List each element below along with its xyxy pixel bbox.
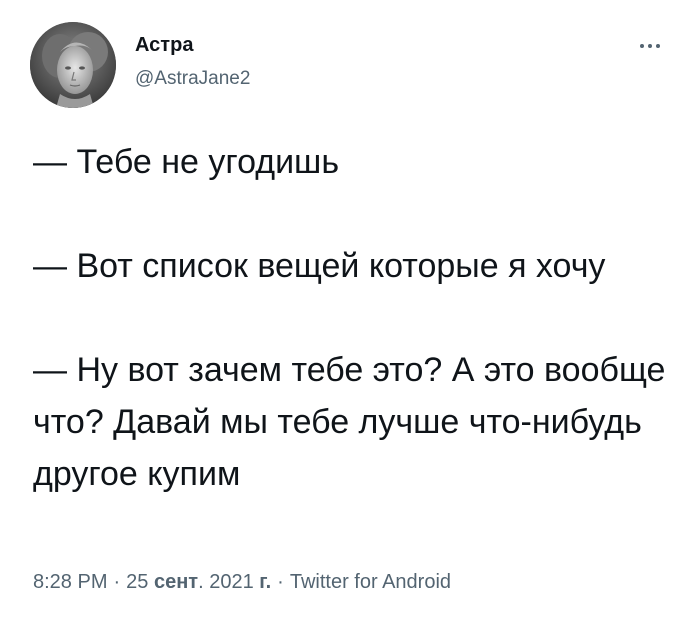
tweet-day[interactable]: 25 bbox=[126, 571, 148, 593]
user-handle[interactable]: @AstraJane2 bbox=[135, 68, 250, 90]
tweet-year[interactable]: 2021 bbox=[209, 571, 254, 593]
tweet-source[interactable]: Twitter for Android bbox=[290, 571, 451, 593]
tweet-card: Астра @AstraJane2 — Тебе не угодишь — Во… bbox=[0, 0, 700, 622]
more-dot-icon bbox=[640, 44, 644, 48]
more-dot-icon bbox=[648, 44, 652, 48]
separator: · bbox=[277, 571, 284, 593]
tweet-line: — Тебе не угодишь bbox=[33, 143, 340, 181]
tweet-year-suffix[interactable]: г. bbox=[259, 571, 271, 593]
tweet-metadata: 8:28 PM · 25 сент. 2021 г. · Twitter for And… bbox=[33, 571, 452, 593]
separator: · bbox=[113, 571, 121, 593]
tweet-time[interactable]: 8:28 PM bbox=[33, 571, 107, 593]
more-dot-icon bbox=[656, 44, 660, 48]
tweet-text: — Тебе не угодишь — Вот список вещей кот… bbox=[33, 136, 673, 500]
display-name[interactable]: Астра bbox=[135, 34, 193, 57]
avatar[interactable] bbox=[30, 22, 116, 108]
statue-portrait-icon bbox=[30, 22, 116, 108]
more-options-button[interactable] bbox=[630, 34, 670, 58]
tweet-month[interactable]: сент bbox=[154, 571, 198, 593]
tweet-line: — Вот список вещей которые я хочу bbox=[33, 247, 606, 285]
tweet-line: — Ну вот зачем тебе это? А это вообще чт… bbox=[33, 351, 666, 493]
